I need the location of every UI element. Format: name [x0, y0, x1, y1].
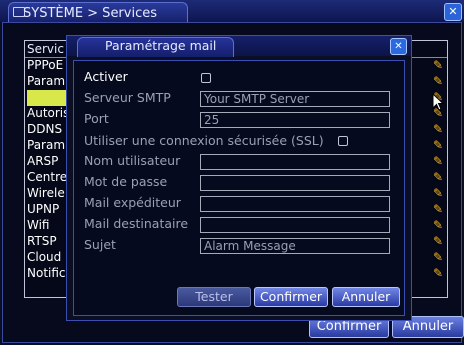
edit-pencil-icon[interactable]: ✎ [433, 218, 443, 232]
window-titlebar: SYSTÈME > Services ✕ [0, 0, 464, 23]
subject-label: Sujet [84, 237, 116, 252]
sender-label: Mail expéditeur [84, 195, 181, 210]
edit-pencil-icon[interactable]: ✎ [433, 202, 443, 216]
services-column-header: Servic [27, 42, 64, 56]
recipient-input[interactable] [200, 217, 390, 233]
password-input[interactable] [200, 175, 390, 191]
activer-label: Activer [84, 69, 128, 84]
recipient-label: Mail destinataire [84, 216, 189, 231]
window-title-tab: SYSTÈME > Services [8, 2, 188, 23]
smtp-server-input[interactable]: Your SMTP Server [200, 91, 390, 107]
list-item[interactable]: Autoris [27, 106, 67, 122]
edit-pencil-icon[interactable]: ✎ [433, 74, 443, 88]
edit-pencil-icon[interactable]: ✎ [433, 234, 443, 248]
smtp-server-label: Serveur SMTP [84, 90, 171, 105]
test-button[interactable]: Tester [177, 287, 251, 307]
list-item[interactable]: UPNP [27, 202, 67, 218]
window-title: SYSTÈME > Services [23, 6, 158, 21]
list-item[interactable]: Param [27, 74, 67, 90]
edit-pencil-icon[interactable]: ✎ [433, 122, 443, 136]
port-label: Port [84, 111, 109, 126]
edit-pencil-icon[interactable]: ✎ [433, 250, 443, 264]
list-item[interactable]: Param [27, 138, 67, 154]
ssl-checkbox[interactable] [338, 136, 348, 146]
edit-pencil-icon[interactable]: ✎ [433, 186, 443, 200]
port-input[interactable]: 25 [200, 112, 390, 128]
list-item[interactable]: DDNS [27, 122, 67, 138]
list-item-selected[interactable]: Param [27, 90, 67, 106]
list-item[interactable]: Wifi [27, 218, 67, 234]
edit-pencil-icon[interactable]: ✎ [433, 58, 443, 72]
password-label: Mot de passe [84, 174, 168, 189]
edit-pencil-icon[interactable]: ✎ [433, 138, 443, 152]
edit-pencil-icon[interactable]: ✎ [433, 266, 443, 280]
mail-settings-dialog: Paramétrage mail ✕ Activer Serveur SMTP … [66, 35, 412, 321]
mouse-cursor-icon [432, 93, 445, 111]
dialog-body: Activer Serveur SMTP Your SMTP Server Po… [73, 60, 405, 316]
list-item[interactable]: Centre [27, 170, 67, 186]
list-item[interactable]: Cloud [27, 250, 67, 266]
dialog-title: Paramétrage mail [105, 38, 217, 53]
subject-input[interactable]: Alarm Message [200, 238, 390, 254]
list-item[interactable]: Wirele [27, 186, 67, 202]
sender-input[interactable] [200, 196, 390, 212]
list-item[interactable]: PPPoE [27, 58, 67, 74]
list-item[interactable]: ARSP [27, 154, 67, 170]
list-item[interactable]: RTSP [27, 234, 67, 250]
username-input[interactable] [200, 154, 390, 170]
list-item[interactable]: Notific [27, 266, 67, 282]
edit-pencil-icon[interactable]: ✎ [433, 170, 443, 184]
edit-pencil-icon[interactable]: ✎ [433, 154, 443, 168]
dialog-titlebar: Paramétrage mail ✕ [67, 36, 411, 57]
dialog-close-button[interactable]: ✕ [390, 38, 407, 55]
window-close-button[interactable]: ✕ [444, 3, 462, 21]
username-label: Nom utilisateur [84, 153, 181, 168]
activer-checkbox[interactable] [201, 73, 211, 83]
dialog-confirm-button[interactable]: Confirmer [254, 287, 328, 307]
ssl-label: Utiliser une connexion sécurisée (SSL) [84, 133, 324, 148]
dialog-cancel-button[interactable]: Annuler [332, 287, 400, 307]
